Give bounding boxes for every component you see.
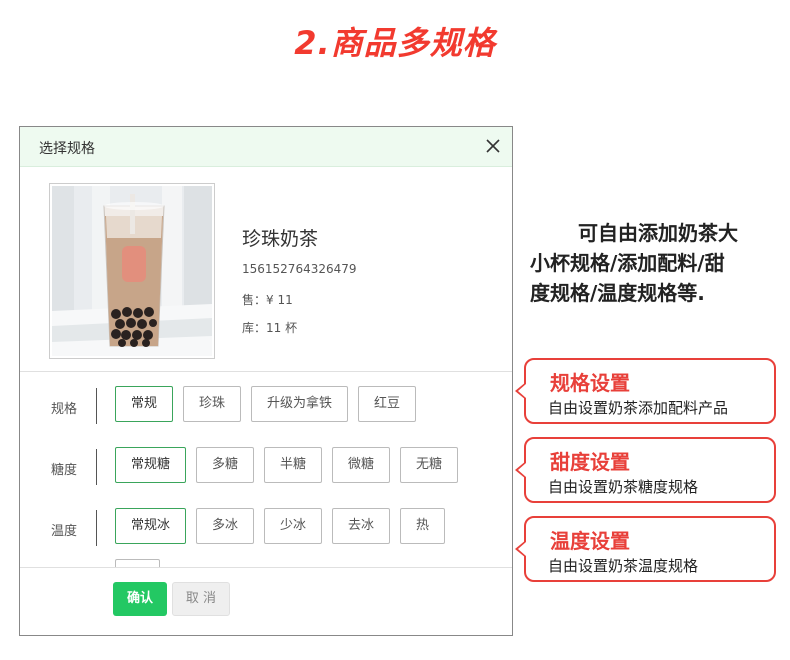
option-button[interactable]: 温 <box>115 559 160 567</box>
callout-title: 甜度设置 <box>550 450 630 474</box>
bubble-tea-photo <box>52 186 212 356</box>
description-line: 度规格/温度规格等. <box>530 281 705 305</box>
page-title: 2.商品多规格 <box>294 24 496 62</box>
description-line: 小杯规格/添加配料/甜 <box>530 251 725 275</box>
spec-row-sugar: 糖度 常规糖 多糖 半糖 微糖 无糖 <box>20 447 512 487</box>
divider <box>96 449 97 485</box>
spec-row-size: 规格 常规 珍珠 升级为拿铁 红豆 <box>20 386 512 426</box>
callout-text: 自由设置奶茶添加配料产品 <box>548 399 729 417</box>
callout-temperature-settings: 温度设置 自由设置奶茶温度规格 <box>515 516 776 582</box>
product-code: 156152764326479 <box>242 262 357 276</box>
cancel-button[interactable]: 取 消 <box>172 582 230 616</box>
close-icon[interactable] <box>484 137 502 155</box>
callout-arrow-icon <box>515 382 526 400</box>
feature-description: 可自由添加奶茶大 小杯规格/添加配料/甜 度规格/温度规格等. <box>530 218 780 308</box>
option-button[interactable]: 多冰 <box>196 508 254 544</box>
spec-options-area[interactable]: 规格 常规 珍珠 升级为拿铁 红豆 糖度 常规糖 多糖 半糖 微糖 无糖 温度 … <box>20 372 512 568</box>
callout-arrow-icon <box>515 540 526 558</box>
product-info: 珍珠奶茶 156152764326479 售：¥ 11 库：11 杯 <box>20 167 512 372</box>
callout-title: 温度设置 <box>550 529 630 553</box>
divider <box>96 510 97 546</box>
product-price: 售：¥ 11 <box>242 293 293 307</box>
option-button[interactable]: 半糖 <box>264 447 322 483</box>
product-image <box>49 183 215 359</box>
callout-text: 自由设置奶茶温度规格 <box>548 557 699 575</box>
dialog-title: 选择规格 <box>39 141 95 157</box>
option-button[interactable]: 少冰 <box>264 508 322 544</box>
spec-row-temperature: 温度 常规冰 多冰 少冰 去冰 热 <box>20 508 512 548</box>
option-button[interactable]: 多糖 <box>196 447 254 483</box>
option-button[interactable]: 常规 <box>115 386 173 422</box>
spec-dialog: 选择规格 珍珠奶茶 156152764326479 售：¥ 11 库：11 杯 … <box>19 126 513 636</box>
divider <box>96 388 97 424</box>
option-button[interactable]: 去冰 <box>332 508 390 544</box>
callout-size-settings: 规格设置 自由设置奶茶添加配料产品 <box>515 358 776 424</box>
description-line: 可自由添加奶茶大 <box>578 221 738 245</box>
option-button[interactable]: 热 <box>400 508 445 544</box>
dialog-header: 选择规格 <box>20 127 512 167</box>
option-button[interactable]: 常规冰 <box>115 508 186 544</box>
option-button[interactable]: 无糖 <box>400 447 458 483</box>
callout-sweetness-settings: 甜度设置 自由设置奶茶糖度规格 <box>515 437 776 503</box>
option-button[interactable]: 红豆 <box>358 386 416 422</box>
product-stock: 库：11 杯 <box>242 321 298 335</box>
callout-arrow-icon <box>515 461 526 479</box>
option-button[interactable]: 升级为拿铁 <box>251 386 348 422</box>
spec-label: 糖度 <box>51 463 78 478</box>
spec-label: 规格 <box>51 402 78 417</box>
option-button[interactable]: 微糖 <box>332 447 390 483</box>
confirm-button[interactable]: 确认 <box>113 582 167 616</box>
callout-text: 自由设置奶茶糖度规格 <box>548 478 699 496</box>
option-button[interactable]: 常规糖 <box>115 447 186 483</box>
dialog-footer: 确认 取 消 <box>20 568 512 634</box>
spec-label: 温度 <box>51 524 78 539</box>
option-button[interactable]: 珍珠 <box>183 386 241 422</box>
product-name: 珍珠奶茶 <box>242 228 319 250</box>
callout-title: 规格设置 <box>550 371 630 395</box>
